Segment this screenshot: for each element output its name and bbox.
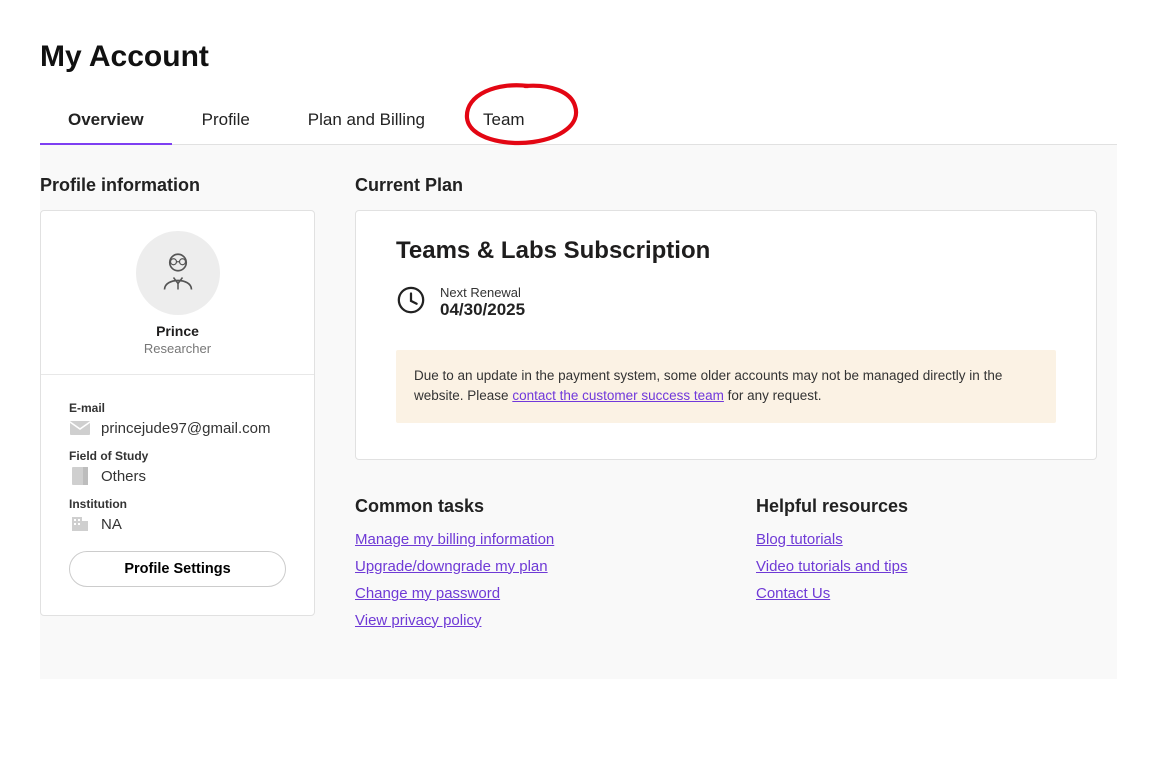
link-upgrade-downgrade[interactable]: Upgrade/downgrade my plan [355,558,548,575]
common-tasks-title: Common tasks [355,496,696,517]
helpful-resources-title: Helpful resources [756,496,1097,517]
book-icon [69,467,91,485]
institution-label: Institution [69,497,286,511]
link-change-password[interactable]: Change my password [355,585,500,602]
payment-alert: Due to an update in the payment system, … [396,350,1056,423]
alert-text-after: for any request. [724,388,822,403]
tab-team[interactable]: Team [483,102,525,144]
institution-value: NA [101,516,122,533]
tab-overview[interactable]: Overview [68,102,144,144]
mail-icon [69,419,91,437]
profile-name: Prince [51,323,304,339]
plan-section-title: Current Plan [355,175,1097,196]
field-label: Field of Study [69,449,286,463]
tab-profile[interactable]: Profile [202,102,250,144]
email-label: E-mail [69,401,286,415]
tab-plan-billing[interactable]: Plan and Billing [308,102,425,144]
link-blog-tutorials[interactable]: Blog tutorials [756,531,843,548]
link-manage-billing[interactable]: Manage my billing information [355,531,554,548]
email-value: princejude97@gmail.com [101,420,270,437]
field-value: Others [101,468,146,485]
avatar [136,231,220,315]
profile-section-title: Profile information [40,175,315,196]
building-icon [69,515,91,533]
plan-card: Teams & Labs Subscription Next Renewal 0… [355,210,1097,460]
link-privacy-policy[interactable]: View privacy policy [355,612,481,629]
clock-icon [396,285,426,320]
link-contact-us[interactable]: Contact Us [756,585,830,602]
contact-support-link[interactable]: contact the customer success team [512,388,724,403]
person-icon [154,249,202,297]
plan-name: Teams & Labs Subscription [396,237,1056,265]
link-video-tutorials[interactable]: Video tutorials and tips [756,558,908,575]
tabs: Overview Profile Plan and Billing Team [40,102,1117,145]
profile-card: Prince Researcher E-mail princejude97@gm… [40,210,315,616]
profile-settings-button[interactable]: Profile Settings [69,551,286,587]
profile-role: Researcher [51,341,304,356]
renewal-label: Next Renewal [440,285,525,300]
renewal-date: 04/30/2025 [440,300,525,320]
page-title: My Account [40,40,1117,74]
